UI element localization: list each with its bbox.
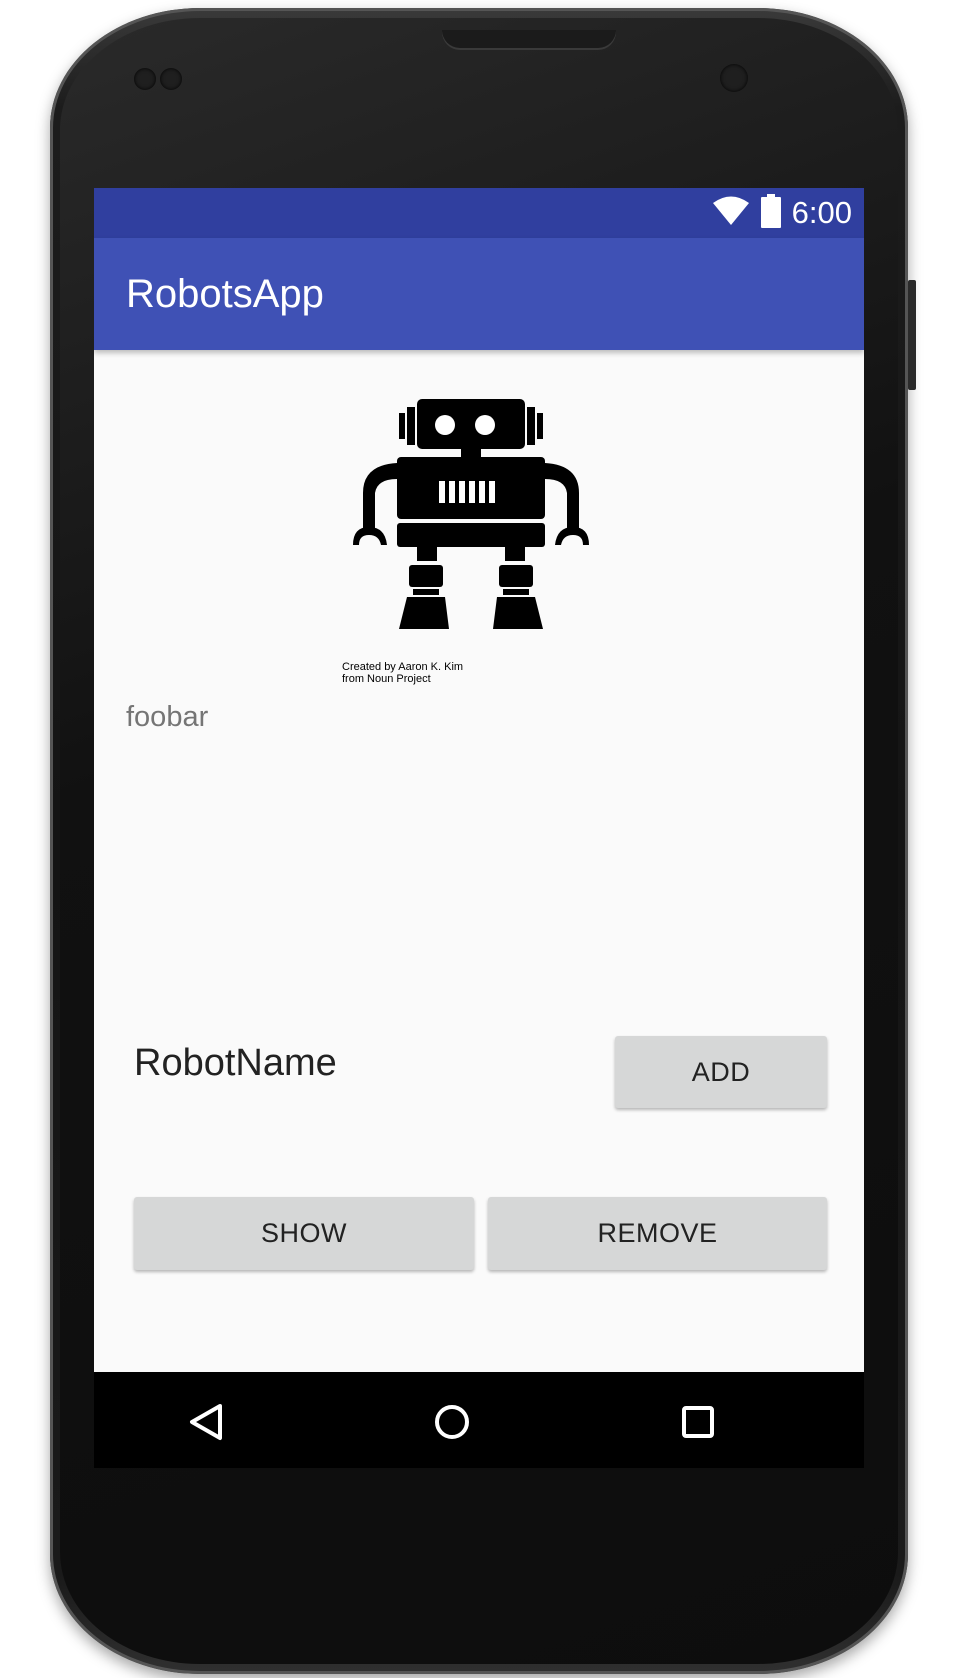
front-camera — [720, 64, 748, 92]
navigation-bar — [94, 1372, 864, 1468]
show-button[interactable]: SHOW — [134, 1197, 474, 1270]
recents-icon[interactable] — [676, 1400, 720, 1444]
robot-name-label: RobotName — [134, 1042, 337, 1084]
sensor-dot — [160, 68, 182, 90]
app-title: RobotsApp — [126, 272, 324, 316]
wifi-icon — [712, 196, 750, 231]
robot-icon — [349, 393, 599, 693]
status-bar: 6:00 — [94, 188, 864, 238]
image-credit: Created by Aaron K. Kim from Noun Projec… — [342, 661, 463, 685]
earpiece-speaker — [442, 30, 616, 48]
add-button[interactable]: ADD — [615, 1036, 827, 1108]
remove-button[interactable]: REMOVE — [488, 1197, 827, 1270]
back-icon[interactable] — [184, 1400, 228, 1444]
home-icon[interactable] — [430, 1400, 474, 1444]
status-icons: 6:00 — [712, 188, 852, 238]
foobar-text: foobar — [126, 701, 209, 733]
credit-line-2: from Noun Project — [342, 673, 431, 685]
sensor-dot — [134, 68, 156, 90]
status-time: 6:00 — [791, 195, 852, 230]
side-button — [908, 280, 916, 390]
app-bar: RobotsApp — [94, 238, 864, 350]
screen: 6:00 RobotsApp Created by Aaron K. Kim f… — [94, 188, 864, 1468]
credit-line-1: Created by Aaron K. Kim — [342, 661, 464, 673]
battery-icon — [760, 193, 782, 233]
